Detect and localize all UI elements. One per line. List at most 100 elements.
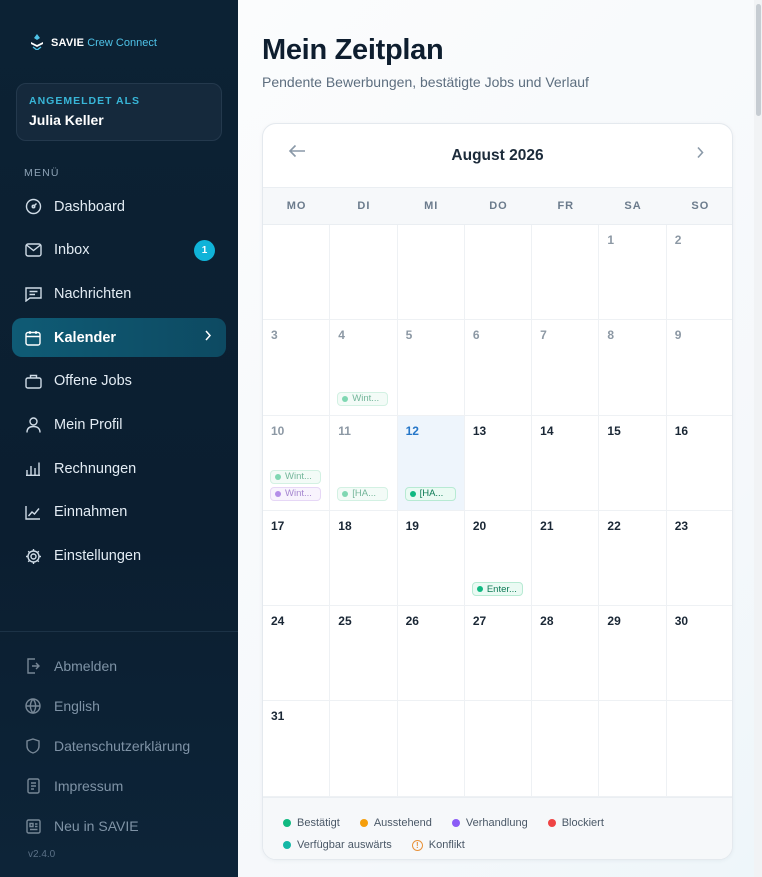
- legend-dot: [283, 841, 291, 849]
- nav-label: Offene Jobs: [54, 373, 132, 390]
- legend-label: Konflikt: [428, 839, 465, 851]
- calendar-day-cell[interactable]: 11 [HA...: [330, 415, 398, 511]
- nav-item-settings[interactable]: Einstellungen: [12, 537, 226, 576]
- calendar-event[interactable]: Wint...: [337, 391, 389, 406]
- calendar-day-cell[interactable]: 9: [666, 320, 732, 416]
- day-number: 29: [607, 614, 621, 629]
- globe-icon: [24, 697, 42, 715]
- calendar-day-cell[interactable]: 3: [263, 320, 331, 416]
- scrollbar-thumb[interactable]: [756, 4, 761, 116]
- day-number: 6: [472, 328, 480, 343]
- calendar-day-cell[interactable]: 20 Enter...: [464, 510, 533, 607]
- chevron-right-icon: [204, 329, 212, 347]
- day-number: 27: [472, 614, 487, 629]
- nav-item-income[interactable]: Einnahmen: [12, 493, 226, 532]
- calendar-event[interactable]: [HA...: [404, 486, 456, 501]
- logout-link[interactable]: Abmelden: [12, 646, 226, 686]
- nav-item-messages[interactable]: Nachrichten: [12, 274, 226, 313]
- nav-item-calendar[interactable]: Kalender: [12, 318, 226, 358]
- calendar-day-cell[interactable]: 10 Wint... Wint...: [263, 415, 331, 511]
- calendar-day-cell[interactable]: 14: [532, 415, 600, 511]
- user-icon: [24, 416, 42, 434]
- calendar-day-cell[interactable]: 21: [532, 510, 600, 607]
- day-number: 25: [338, 614, 352, 629]
- calendar-day-cell[interactable]: 18: [330, 510, 398, 607]
- nav-item-open-jobs[interactable]: Offene Jobs: [12, 362, 226, 401]
- calendar-day-cell[interactable]: 24: [263, 606, 331, 702]
- calendar-day-cell[interactable]: 16: [666, 416, 732, 511]
- day-number: 13: [472, 423, 487, 438]
- calendar-day-cell[interactable]: 29: [599, 606, 667, 702]
- nav-item-invoices[interactable]: Rechnungen: [12, 449, 226, 488]
- calendar-event[interactable]: Enter...: [471, 582, 523, 597]
- shield-icon: [24, 737, 42, 755]
- calendar-day-cell[interactable]: 31: [263, 701, 331, 797]
- privacy-link[interactable]: Datenschutzerklärung: [12, 726, 226, 766]
- calendar-day-cell[interactable]: 17: [263, 510, 331, 607]
- nav-label: Einnahmen: [54, 504, 128, 521]
- calendar-day-cell[interactable]: 27: [464, 606, 533, 702]
- user-card: ANGEMELDET ALS Julia Keller: [16, 83, 222, 141]
- calendar-day-cell[interactable]: 13: [464, 415, 533, 511]
- calendar-grid: 1 2 3 4 Wint... 5 6 7 8 9 10 Wint... Wint... 11 [HA...…: [263, 225, 732, 797]
- calendar-day-cell[interactable]: 12 [HA...: [397, 415, 465, 511]
- calendar-day-cell[interactable]: 19: [397, 510, 465, 607]
- whats-new-link[interactable]: Neu in SAVIE: [12, 806, 226, 846]
- calendar-day-cell[interactable]: 30: [666, 606, 732, 702]
- calendar-day-cell[interactable]: 28: [532, 606, 600, 702]
- event-label: [HA...: [419, 488, 444, 500]
- imprint-link[interactable]: Impressum: [12, 766, 226, 806]
- calendar-day-cell[interactable]: 5: [397, 320, 465, 416]
- language-link[interactable]: English: [12, 686, 226, 726]
- legend-dot: [283, 819, 291, 827]
- legend-conflict: ! Konflikt: [411, 839, 465, 851]
- calendar-day-cell[interactable]: 2: [666, 225, 732, 321]
- calendar-day-cell[interactable]: 22: [599, 510, 667, 607]
- nav-item-profile[interactable]: Mein Profil: [12, 405, 226, 444]
- calendar-month-title: August 2026: [451, 147, 544, 164]
- calendar-event[interactable]: [HA...: [337, 486, 389, 501]
- day-number: 23: [674, 518, 689, 533]
- calendar-day-cell[interactable]: 6: [464, 320, 533, 416]
- scrollbar[interactable]: [754, 0, 762, 877]
- day-number: 9: [674, 328, 682, 343]
- app-logo[interactable]: SAVIE Crew Connect: [30, 33, 157, 51]
- nav-item-dashboard[interactable]: Dashboard: [12, 187, 226, 226]
- nav-label: Inbox: [54, 242, 90, 259]
- calendar-event[interactable]: Wint...: [270, 469, 321, 484]
- calendar-day-cell[interactable]: 7: [532, 320, 600, 416]
- day-number: 16: [674, 423, 689, 438]
- calendar-day-cell[interactable]: 26: [397, 606, 465, 702]
- day-number: 22: [607, 518, 621, 533]
- day-number: 5: [405, 328, 413, 343]
- legend-available-away: Verfügbar auswärts: [283, 839, 392, 851]
- calendar-day-cell[interactable]: 4 Wint...: [330, 320, 398, 416]
- footer-label: Datenschutzerklärung: [54, 738, 191, 754]
- sidebar: SAVIE Crew Connect ANGEMELDET ALS Julia K…: [0, 0, 238, 877]
- calendar-day-cell[interactable]: 15: [599, 415, 667, 511]
- next-month-button[interactable]: [696, 146, 704, 164]
- legend-label: Verfügbar auswärts: [297, 839, 392, 851]
- day-number: 31: [271, 709, 285, 724]
- calendar-day-cell[interactable]: 25: [330, 606, 398, 702]
- logo-icon: [30, 34, 44, 51]
- bar-chart-icon: [24, 460, 42, 478]
- day-number: 17: [271, 518, 285, 533]
- day-number: 26: [405, 614, 419, 629]
- calendar-day-cell[interactable]: 8: [599, 320, 667, 416]
- calendar-day-cell[interactable]: 1: [599, 225, 667, 321]
- day-number: 24: [271, 614, 285, 629]
- page-title: Mein Zeitplan: [262, 34, 444, 66]
- day-number: 15: [607, 423, 621, 438]
- page-subtitle: Pendente Bewerbungen, bestätigte Jobs un…: [262, 74, 589, 90]
- weekday-label: SA: [624, 200, 642, 212]
- footer-label: Neu in SAVIE: [54, 818, 139, 834]
- nav-item-inbox[interactable]: Inbox 1: [12, 231, 226, 270]
- nav-label: Dashboard: [54, 198, 125, 215]
- weekday-label: SO: [691, 200, 710, 212]
- calendar-empty-cell: [599, 701, 667, 797]
- day-number: 11: [338, 423, 351, 438]
- calendar-event[interactable]: Wint...: [270, 486, 321, 501]
- day-number: 28: [540, 614, 554, 629]
- calendar-day-cell[interactable]: 23: [666, 511, 732, 607]
